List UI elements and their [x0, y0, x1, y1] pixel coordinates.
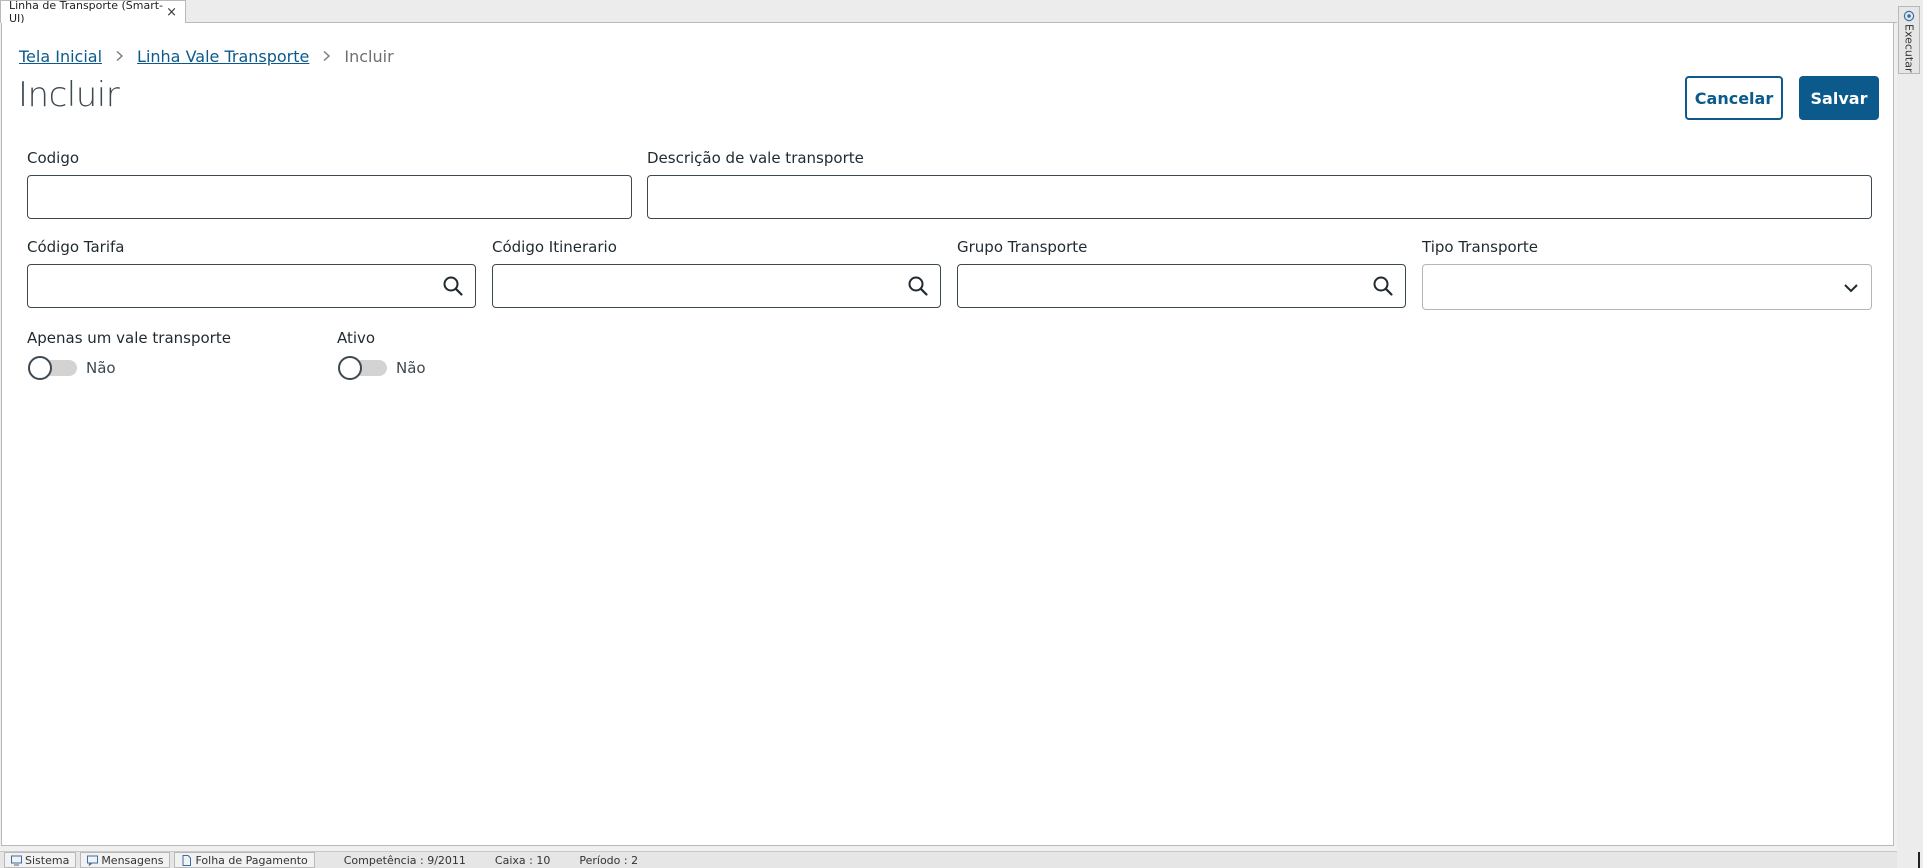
- search-icon[interactable]: [1372, 275, 1394, 297]
- status-bar: Sistema Mensagens Folha de Pagamento Com…: [0, 851, 1897, 868]
- codigo-tarifa-label: Código Tarifa: [27, 238, 125, 256]
- chevron-down-icon: [1844, 284, 1858, 293]
- ativo-label: Ativo: [337, 329, 376, 347]
- document-tab[interactable]: Linha de Transporte (Smart-UI) ×: [0, 0, 186, 25]
- document-tab-strip: Linha de Transporte (Smart-UI) ×: [0, 0, 1900, 25]
- breadcrumb: Tela Inicial Linha Vale Transporte Inclu…: [19, 43, 394, 69]
- chevron-right-icon: [322, 50, 331, 62]
- grupo-transporte-label: Grupo Transporte: [957, 238, 1088, 256]
- side-marker: [1918, 852, 1920, 868]
- search-icon[interactable]: [442, 275, 464, 297]
- status-periodo: Período : 2: [579, 853, 639, 867]
- breadcrumb-parent-link[interactable]: Linha Vale Transporte: [137, 47, 309, 66]
- side-panel: Executar: [1897, 0, 1923, 868]
- side-tab-executar[interactable]: Executar: [1898, 6, 1920, 74]
- ativo-toggle[interactable]: [338, 356, 387, 380]
- apenas-um-vale-toggle[interactable]: [28, 356, 77, 380]
- monitor-icon: [11, 855, 22, 865]
- cancel-button[interactable]: Cancelar: [1685, 76, 1783, 120]
- tipo-transporte-label: Tipo Transporte: [1422, 238, 1538, 256]
- descricao-label: Descrição de vale transporte: [647, 149, 864, 167]
- status-competencia: Competência : 9/2011: [343, 853, 466, 867]
- ativo-state: Não: [396, 359, 426, 377]
- switch-knob: [28, 356, 52, 380]
- side-tab-label: Executar: [1902, 24, 1916, 73]
- grupo-transporte-input[interactable]: [957, 264, 1406, 308]
- status-sistema-label: Sistema: [25, 853, 70, 867]
- codigo-tarifa-input[interactable]: [27, 264, 476, 308]
- save-button[interactable]: Salvar: [1799, 76, 1879, 120]
- close-tab-icon[interactable]: ×: [166, 6, 177, 19]
- page-title: Incluir: [18, 75, 120, 115]
- status-mensagens-button[interactable]: Mensagens: [80, 852, 171, 868]
- ativo-switch[interactable]: Não: [338, 356, 426, 380]
- switch-knob: [338, 356, 362, 380]
- status-modulo-label: Folha de Pagamento: [195, 853, 308, 867]
- tipo-transporte-select[interactable]: [1422, 264, 1872, 310]
- document-icon: [182, 854, 192, 866]
- search-icon[interactable]: [907, 275, 929, 297]
- app-window: Linha de Transporte (Smart-UI) × Executa…: [0, 0, 1923, 868]
- apenas-um-vale-state: Não: [86, 359, 116, 377]
- chevron-right-icon: [115, 50, 124, 62]
- breadcrumb-home-link[interactable]: Tela Inicial: [19, 47, 102, 66]
- status-sistema-button[interactable]: Sistema: [4, 852, 77, 868]
- message-icon: [87, 855, 99, 866]
- status-modulo-button[interactable]: Folha de Pagamento: [174, 852, 315, 868]
- main-content: Tela Inicial Linha Vale Transporte Inclu…: [1, 23, 1894, 846]
- status-mensagens-label: Mensagens: [101, 853, 164, 867]
- codigo-itinerario-label: Código Itinerario: [492, 238, 617, 256]
- descricao-input[interactable]: [647, 175, 1872, 219]
- codigo-input[interactable]: [27, 175, 632, 219]
- status-caixa: Caixa : 10: [494, 853, 551, 867]
- apenas-um-vale-label: Apenas um vale transporte: [27, 329, 231, 347]
- codigo-itinerario-input[interactable]: [492, 264, 941, 308]
- document-tab-title: Linha de Transporte (Smart-UI): [9, 0, 164, 25]
- apenas-um-vale-switch[interactable]: Não: [28, 356, 116, 380]
- gear-icon: [1903, 10, 1915, 22]
- breadcrumb-current: Incluir: [344, 46, 394, 66]
- codigo-label: Codigo: [27, 149, 80, 167]
